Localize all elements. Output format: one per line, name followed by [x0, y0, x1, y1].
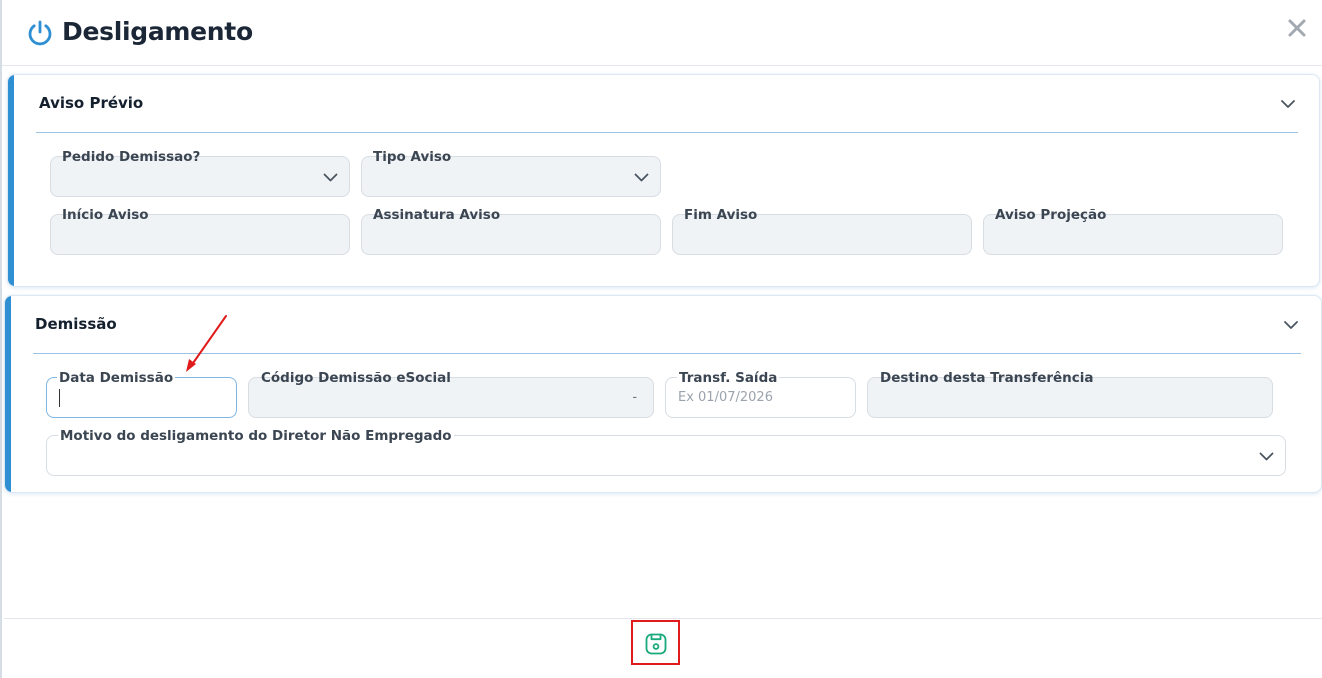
pedido-demissao-label: Pedido Demissao?	[62, 149, 201, 165]
aviso-previo-title: Aviso Prévio	[39, 94, 144, 112]
data-demissao-label: Data Demissão	[57, 370, 176, 386]
codigo-demissao-value: -	[632, 388, 637, 404]
assinatura-aviso-label: Assinatura Aviso	[373, 207, 501, 223]
dialog-header: Desligamento	[2, 0, 1322, 66]
transf-saida-placeholder: Ex 01/07/2026	[678, 390, 773, 405]
annotation-arrow-icon	[186, 315, 227, 372]
codigo-demissao-esocial-label: Código Demissão eSocial	[261, 370, 451, 386]
dialog-title: Desligamento	[62, 17, 253, 46]
motivo-desligamento-label: Motivo do desligamento do Diretor Não Em…	[58, 428, 454, 444]
chevron-down-icon	[634, 173, 649, 182]
collapse-chevron-icon[interactable]	[1280, 99, 1296, 109]
chevron-down-icon	[323, 173, 338, 182]
power-icon	[28, 20, 52, 46]
dialog-footer-divider	[4, 618, 1322, 619]
fim-aviso-label: Fim Aviso	[684, 207, 758, 223]
destino-transferencia-label: Destino desta Transferência	[880, 370, 1094, 386]
section-divider	[36, 132, 1298, 133]
aviso-previo-section: Aviso Prévio Pedido Demissao? Tipo Aviso…	[7, 74, 1320, 287]
text-cursor	[59, 389, 60, 407]
inicio-aviso-label: Início Aviso	[62, 207, 149, 223]
collapse-chevron-icon[interactable]	[1283, 320, 1299, 330]
save-icon	[645, 633, 667, 655]
demissao-title: Demissão	[35, 315, 117, 333]
save-button[interactable]	[631, 620, 680, 665]
chevron-down-icon	[1259, 452, 1274, 461]
transf-saida-label: Transf. Saída	[677, 370, 780, 386]
close-icon[interactable]	[1285, 16, 1309, 40]
tipo-aviso-label: Tipo Aviso	[373, 149, 452, 165]
aviso-projecao-label: Aviso Projeção	[995, 207, 1107, 223]
desligamento-dialog: Desligamento Aviso Prévio Pedido Demissa…	[0, 0, 1322, 678]
